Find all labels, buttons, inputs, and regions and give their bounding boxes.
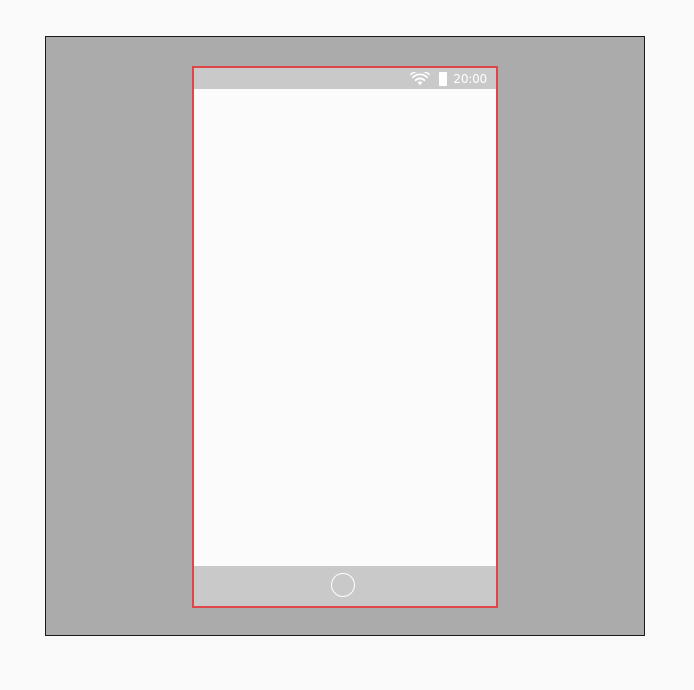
wifi-icon bbox=[410, 71, 431, 85]
phone-frame: 20:00 bbox=[192, 66, 498, 608]
navigation-bar bbox=[194, 566, 496, 606]
app-screen bbox=[194, 89, 496, 566]
home-button[interactable] bbox=[331, 573, 355, 597]
status-bar: 20:00 bbox=[194, 68, 496, 89]
status-time: 20:00 bbox=[453, 71, 487, 86]
battery-icon bbox=[439, 71, 448, 86]
